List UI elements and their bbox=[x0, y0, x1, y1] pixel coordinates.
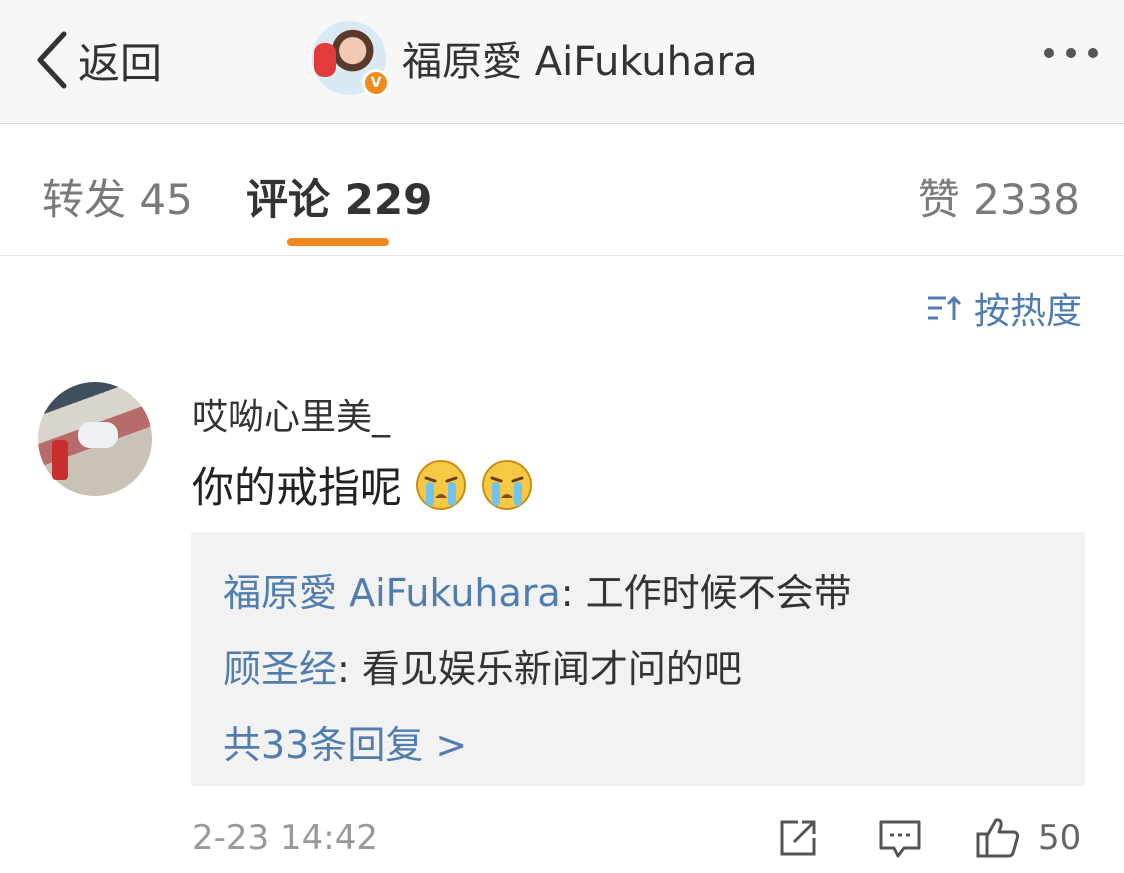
reply-author[interactable]: 顾圣经 bbox=[223, 647, 337, 691]
back-button[interactable]: 返回 bbox=[34, 30, 162, 90]
chevron-left-icon bbox=[37, 31, 67, 89]
comment-icon bbox=[879, 820, 921, 858]
avatar-mask-shape bbox=[78, 422, 118, 448]
sort-label: 按热度 bbox=[973, 291, 1082, 332]
comment-text: 你的戒指呢 bbox=[192, 463, 403, 512]
sort-icon bbox=[927, 295, 962, 320]
crying-emoji-icon bbox=[416, 459, 467, 510]
top-navigation-bar: 返回 V 福原愛 AiFukuhara bbox=[0, 0, 1124, 124]
avatar-bottle-shape bbox=[52, 440, 68, 480]
profile-header[interactable]: V 福原愛 AiFukuhara bbox=[312, 20, 758, 97]
tab-like[interactable]: 赞 2338 bbox=[918, 166, 1080, 227]
reply-text: : 工作时候不会带 bbox=[560, 571, 852, 615]
more-horizontal-icon bbox=[1044, 48, 1054, 58]
reply-button[interactable] bbox=[876, 814, 924, 866]
reply-preview-box[interactable]: 福原愛 AiFukuhara: 工作时候不会带 顾圣经: 看见娱乐新闻才问的吧 … bbox=[191, 532, 1085, 786]
more-horizontal-icon bbox=[1088, 48, 1098, 58]
comment-username[interactable]: 哎呦心里美_ bbox=[192, 388, 390, 440]
sort-by-hot-button[interactable]: 按热度 bbox=[926, 282, 1082, 334]
verified-badge: V bbox=[362, 69, 390, 97]
thumbs-up-icon bbox=[976, 818, 1020, 858]
tab-comment[interactable]: 评论 229 bbox=[246, 166, 432, 227]
more-options-button[interactable] bbox=[1044, 48, 1098, 58]
reply-author[interactable]: 福原愛 AiFukuhara bbox=[223, 571, 561, 615]
reply-item[interactable]: 福原愛 AiFukuhara: 工作时候不会带 bbox=[223, 562, 852, 617]
like-button[interactable]: 50 bbox=[974, 814, 1081, 862]
comment-body: 你的戒指呢 bbox=[192, 454, 534, 515]
like-count: 50 bbox=[1038, 818, 1082, 858]
avatar[interactable] bbox=[38, 382, 152, 496]
reply-text: : 看见娱乐新闻才问的吧 bbox=[337, 647, 742, 691]
share-button[interactable] bbox=[774, 814, 822, 866]
more-horizontal-icon bbox=[1066, 48, 1076, 58]
crying-emoji-icon bbox=[482, 459, 533, 510]
back-label: 返回 bbox=[78, 38, 163, 88]
share-icon bbox=[780, 820, 816, 856]
tab-repost[interactable]: 转发 45 bbox=[42, 166, 193, 227]
tab-bar: 转发 45 评论 229 赞 2338 bbox=[0, 124, 1124, 256]
avatar[interactable]: V bbox=[312, 21, 390, 97]
avatar-paddle-shape bbox=[314, 43, 336, 77]
page-title: 福原愛 AiFukuhara bbox=[402, 39, 758, 85]
active-tab-indicator bbox=[287, 238, 389, 246]
comment-timestamp: 2-23 14:42 bbox=[192, 818, 378, 858]
view-all-replies-link[interactable]: 共33条回复 > bbox=[223, 714, 467, 769]
reply-item[interactable]: 顾圣经: 看见娱乐新闻才问的吧 bbox=[223, 638, 742, 693]
